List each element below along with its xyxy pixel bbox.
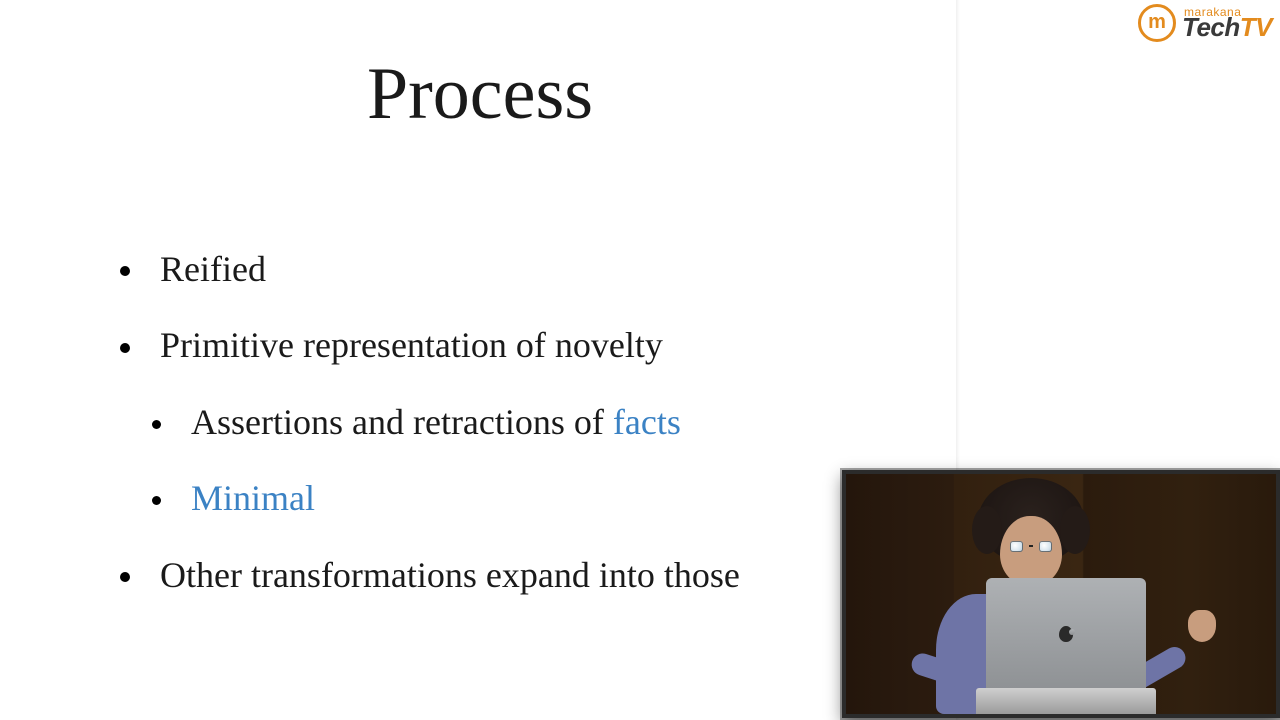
bullet-item: Other transformations expand into those [120,554,740,596]
bullet-text: Reified [160,248,266,290]
presentation-slide: Process Reified Primitive representation… [0,0,960,720]
bullet-dot-icon [120,266,130,276]
logo-letter: m [1148,11,1166,34]
speaker-video-inset [842,470,1280,718]
laptop-icon [976,688,1156,714]
bullet-dot-icon [120,343,130,353]
video-frame: Process Reified Primitive representation… [0,0,1280,720]
bullet-text-highlight: Minimal [191,477,315,519]
lens-icon [1039,541,1052,552]
sub-bullet-item: Minimal [152,477,740,519]
glasses-icon [1010,540,1052,552]
channel-logo: m marakana TechTV [1138,4,1272,42]
logo-brand-part1: Tech [1182,16,1240,39]
logo-wordmark: marakana TechTV [1182,7,1272,39]
bullet-text: Assertions and retractions of facts [191,401,681,443]
apple-logo-icon [1059,626,1073,642]
logo-brand-bottom: TechTV [1182,16,1272,39]
logo-brand-part2: TV [1240,16,1272,39]
bullet-item: Primitive representation of novelty [120,324,740,366]
bullet-text-prefix: Assertions and retractions of [191,402,613,442]
bullet-dot-icon [152,420,161,429]
glasses-bridge [1029,545,1032,547]
bullet-text-highlight: facts [613,402,681,442]
speaker-hand [1188,610,1216,642]
slide-bullet-list: Reified Primitive representation of nove… [120,248,740,630]
slide-title: Process [0,52,960,137]
logo-circle-icon: m [1138,4,1176,42]
bullet-text: Primitive representation of novelty [160,324,663,366]
lens-icon [1010,541,1023,552]
bullet-dot-icon [152,496,161,505]
sub-bullet-item: Assertions and retractions of facts [152,401,740,443]
bullet-dot-icon [120,572,130,582]
bullet-item: Reified [120,248,740,290]
bullet-text: Other transformations expand into those [160,554,740,596]
